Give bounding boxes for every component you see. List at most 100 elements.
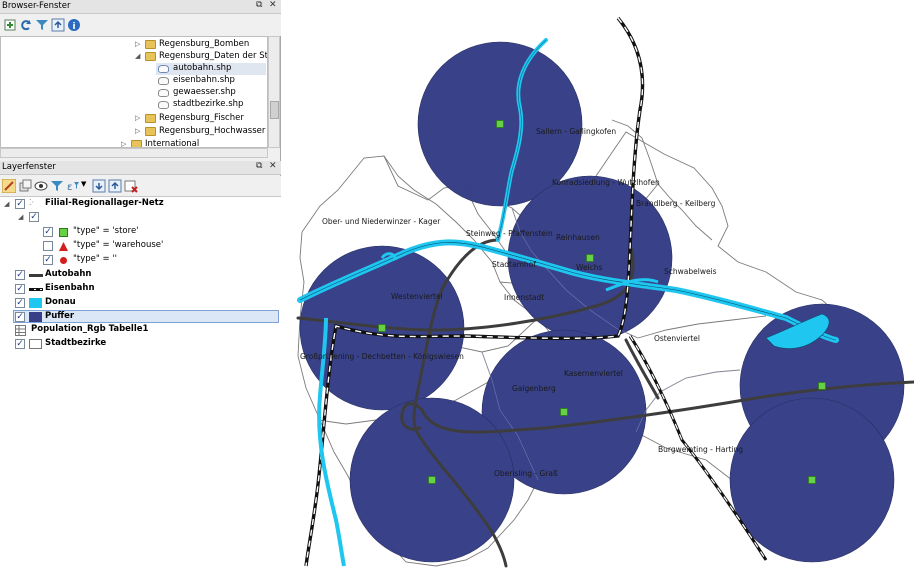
layer-label: Donau [45,297,76,307]
tree-item-regensburg-daten[interactable]: ◢ Regensburg_Daten der Stadt [1,51,267,63]
visibility-icon[interactable] [34,179,48,193]
layer-checkbox[interactable]: ✓ [15,199,25,209]
cyan-fill-icon [29,298,42,308]
navy-fill-icon [29,312,42,322]
store-marker[interactable] [818,382,826,390]
tree-item-label: International [145,139,200,148]
scrollbar-thumb[interactable] [270,101,279,119]
layer-checkbox[interactable]: ✓ [15,270,25,280]
folder-icon [131,140,142,147]
shapefile-icon [158,101,169,109]
tree-item-gewaesser-shp[interactable]: gewaesser.shp [156,87,266,99]
label-steinweg: Steinweg - Pfaffenstein [466,229,553,238]
label-kasernenviertel: Kasernenviertel [564,369,623,378]
tree-item-eisenbahn-shp[interactable]: eisenbahn.shp [156,75,266,87]
layer-label: Eisenbahn [45,283,95,293]
folder-icon [145,40,156,49]
tree-item-international[interactable]: ▷ International [1,139,267,148]
layer-label: "type" = '' [73,254,118,264]
label-westenviertel: Westenviertel [391,292,443,301]
layer-checkbox[interactable]: ✓ [15,312,25,322]
highway-line-icon [29,274,43,277]
collapse-all-icon[interactable] [108,179,122,193]
layer-label: Population_Rgb Tabelle1 [31,324,149,334]
tree-item-regensburg-hochwasser[interactable]: ▷ Regensburg_Hochwasser [1,126,267,138]
layer-label: Autobahn [45,269,92,279]
add-group-icon[interactable] [18,179,32,193]
buffer-zones [299,41,905,563]
layer-item-warehouse-rule[interactable]: "type" = 'warehouse' [0,240,280,253]
float-icon[interactable]: ⧉ [256,161,262,171]
layer-item-store-rule[interactable]: ✓ "type" = 'store' [0,226,280,239]
info-icon[interactable]: i [67,18,81,32]
layer-label: Filial-Regionallager-Netz [45,198,164,208]
tree-item-label: Regensburg_Daten der Stadt [159,51,268,61]
map-canvas[interactable]: Sallern - Gallingkofen Konradsiedlung - … [286,0,914,573]
label-schwabelweis: Schwabelweis [664,267,717,276]
float-icon[interactable]: ⧉ [256,0,262,10]
layer-checkbox[interactable]: ✓ [43,255,53,265]
layer-item-eisenbahn[interactable]: ✓ Eisenbahn [0,283,280,296]
remove-layer-icon[interactable] [124,179,138,193]
label-brandlberg: Brandlberg - Keilberg [636,199,716,208]
refresh-icon[interactable] [19,18,33,32]
tree-item-regensburg-bomben[interactable]: ▷ Regensburg_Bomben [1,39,267,51]
filter-icon[interactable] [35,18,49,32]
white-fill-icon [29,339,42,349]
tree-item-regensburg-fischer[interactable]: ▷ Regensburg_Fischer [1,113,267,125]
layer-item-puffer[interactable]: ✓ Puffer [13,310,279,323]
browser-toolbar: i [0,14,281,36]
layer-checkbox[interactable]: ✓ [15,298,25,308]
collapse-arrow-icon[interactable]: ◢ [4,200,9,208]
layer-style-icon[interactable] [2,179,16,193]
collapse-arrow-icon[interactable]: ◢ [135,52,140,60]
label-burgweinting: Burgweinting - Harting [658,445,743,454]
layer-checkbox[interactable]: ✓ [15,284,25,294]
browser-horizontal-scrollbar[interactable] [0,148,268,158]
expand-arrow-icon[interactable]: ▷ [121,140,126,147]
dropdown-arrow-icon[interactable]: ▼ [81,180,86,188]
store-marker[interactable] [428,476,436,484]
browser-vertical-scrollbar[interactable] [268,36,280,148]
layer-checkbox[interactable]: ✓ [43,227,53,237]
layer-checkbox[interactable]: ✓ [15,339,25,349]
layer-checkbox[interactable]: ✓ [29,212,39,222]
close-icon[interactable]: ✕ [269,161,277,171]
svg-text:i: i [72,22,75,32]
close-icon[interactable]: ✕ [269,0,277,10]
tree-item-autobahn-shp[interactable]: autobahn.shp [156,63,266,75]
layer-item-autobahn[interactable]: ✓ Autobahn [0,269,280,282]
layer-item-empty-rule[interactable]: ✓ "type" = '' [0,254,280,267]
store-marker[interactable] [496,120,504,128]
railway-line-icon [29,288,43,291]
layer-item-rule-group[interactable]: ◢ ✓ [0,211,280,224]
expand-arrow-icon[interactable]: ▷ [135,127,140,135]
collapse-arrow-icon[interactable]: ◢ [18,213,23,221]
tree-item-label: Regensburg_Fischer [159,113,244,123]
svg-text:ε: ε [67,182,72,193]
expand-arrow-icon[interactable]: ▷ [135,40,140,48]
filter-expression-icon[interactable]: ε [66,179,80,193]
collapse-icon[interactable] [51,18,65,32]
layer-item-stadtbezirke[interactable]: ✓ Stadtbezirke [0,338,280,351]
left-dock: Browser-Fenster ⧉ ✕ i ▷ Regensburg_Bombe… [0,0,281,573]
tree-item-stadtbezirke-shp[interactable]: stadtbezirke.shp [156,99,266,111]
expand-all-icon[interactable] [92,179,106,193]
layer-item-donau[interactable]: ✓ Donau [0,297,280,310]
shapefile-icon [158,89,169,97]
store-marker[interactable] [560,408,568,416]
add-layer-icon[interactable] [3,18,17,32]
layer-panel-titlebar: Layerfenster ⧉ ✕ [0,161,281,175]
folder-icon [145,52,156,61]
store-marker[interactable] [808,476,816,484]
filter-legend-icon[interactable] [50,179,64,193]
browser-panel-titlebar: Browser-Fenster ⧉ ✕ [0,0,281,14]
expand-arrow-icon[interactable]: ▷ [135,114,140,122]
label-stadtamhof: Stadtamhof [492,260,536,269]
store-marker[interactable] [378,324,386,332]
layer-item-filial-netz[interactable]: ◢ ✓ ⁚· Filial-Regionallager-Netz [0,198,280,211]
layer-checkbox[interactable] [43,241,53,251]
layer-toolbar: ε ▼ [0,176,281,196]
layer-item-population-table[interactable]: Population_Rgb Tabelle1 [0,324,280,337]
store-marker[interactable] [586,254,594,262]
